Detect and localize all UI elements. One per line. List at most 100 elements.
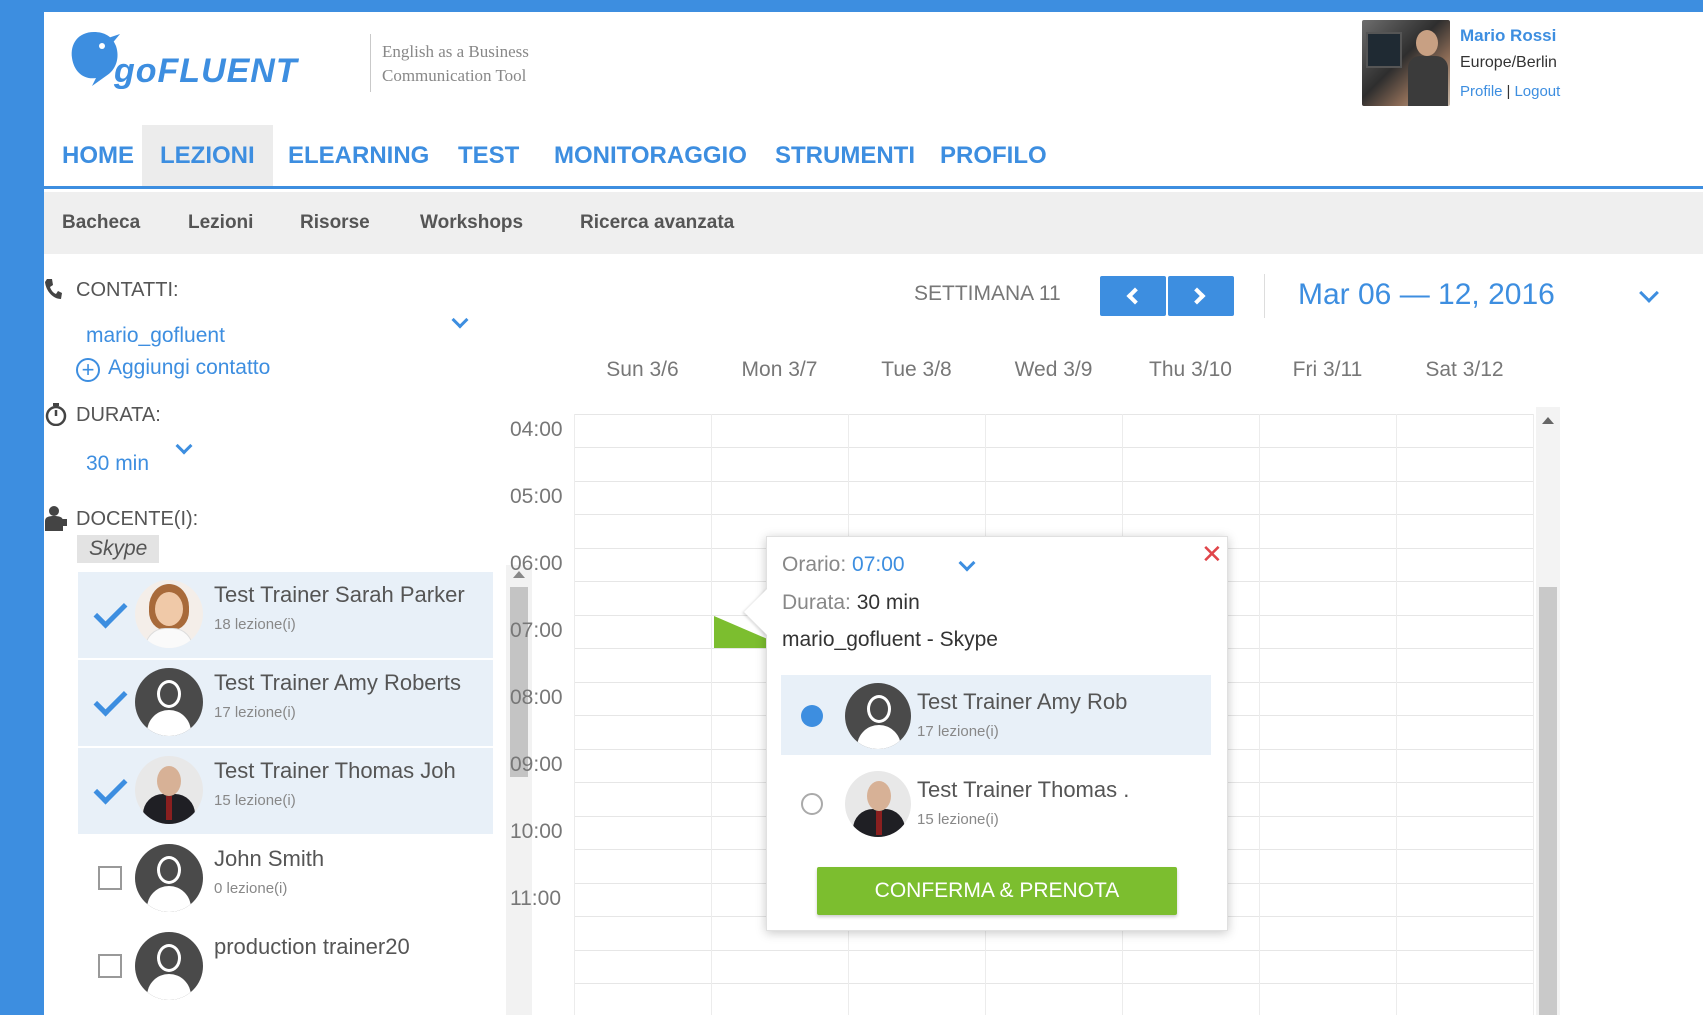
time-label: 08:00: [510, 686, 563, 709]
add-contact-label: Aggiungi contatto: [108, 356, 271, 379]
main-nav: HOME LEZIONI ELEARNING TEST MONITORAGGIO…: [44, 125, 1703, 189]
booking-popover: ✕ Orario: 07:00 Durata: 30 min mario_gof…: [766, 536, 1228, 931]
gofluent-logo[interactable]: goFLUENT: [66, 22, 386, 97]
time-label: 10:00: [510, 820, 563, 843]
trainer-name: Test Trainer Thomas Joh: [214, 758, 456, 783]
user-box: Mario Rossi Europe/Berlin Profile | Logout: [1362, 18, 1682, 108]
checkmark-icon[interactable]: [92, 774, 126, 804]
nav-profilo[interactable]: PROFILO: [922, 125, 1065, 186]
time-label: 09:00: [510, 753, 563, 776]
week-label: SETTIMANA 11: [914, 282, 1061, 305]
time-chevron-down-icon[interactable]: [958, 554, 976, 572]
user-links: Profile | Logout: [1460, 83, 1560, 100]
day-header: Sun 3/6: [606, 358, 679, 381]
scrollbar-thumb[interactable]: [510, 587, 528, 777]
trainer-name: Test Trainer Amy Rob: [917, 689, 1128, 714]
user-name[interactable]: Mario Rossi: [1460, 26, 1556, 46]
nav-test[interactable]: TEST: [440, 125, 537, 186]
logout-link[interactable]: Logout: [1514, 83, 1560, 100]
checkmark-icon[interactable]: [92, 686, 126, 716]
duration-select[interactable]: 30 min: [86, 452, 149, 476]
calendar-scrollbar[interactable]: [1536, 407, 1560, 1015]
scroll-up-arrow-icon[interactable]: [1542, 417, 1554, 424]
duration-label: DURATA:: [76, 404, 161, 426]
time-label: 04:00: [510, 418, 563, 441]
duration-chevron-down-icon[interactable]: [175, 437, 193, 455]
radio-unselected[interactable]: [801, 793, 823, 815]
trainer-item[interactable]: production trainer20: [78, 924, 493, 1010]
date-divider: [1264, 274, 1265, 318]
popover-time-row[interactable]: Orario: 07:00: [782, 553, 905, 577]
day-header: Tue 3/8: [881, 358, 952, 381]
popover-pointer: [744, 588, 768, 636]
time-label: 07:00: [510, 619, 563, 642]
trainer-lessons: 17 lezione(i): [214, 704, 296, 721]
trainer-checkbox[interactable]: [98, 866, 122, 890]
tagline: English as a Business Communication Tool: [382, 42, 529, 85]
trainer-item[interactable]: John Smith 0 lezione(i): [78, 836, 493, 922]
trainer-name: production trainer20: [214, 934, 410, 959]
radio-selected[interactable]: [801, 705, 823, 727]
sub-nav: Bacheca Lezioni Risorse Workshops Ricerc…: [44, 192, 1703, 254]
close-icon[interactable]: ✕: [1201, 539, 1223, 570]
confirm-booking-button[interactable]: CONFERMA & PRENOTA: [817, 867, 1177, 915]
trainer-lessons: 15 lezione(i): [214, 792, 296, 809]
subnav-bacheca[interactable]: Bacheca: [62, 192, 140, 254]
phone-icon: [45, 279, 62, 299]
trainer-avatar: [135, 668, 203, 736]
trainer-name: Test Trainer Thomas .: [917, 777, 1130, 802]
nav-lezioni[interactable]: LEZIONI: [142, 125, 273, 186]
teacher-icon: [45, 506, 67, 531]
trainer-avatar: [135, 844, 203, 912]
add-contact-link[interactable]: + Aggiungi contatto: [76, 356, 270, 382]
app-window: goFLUENT English as a Business Communica…: [44, 12, 1703, 1015]
popover-duration: Durata: 30 min: [782, 591, 920, 615]
prev-week-button[interactable]: [1100, 276, 1166, 316]
day-header: Fri 3/11: [1292, 358, 1363, 381]
chevron-right-icon: [1188, 287, 1206, 305]
profile-link[interactable]: Profile: [1460, 83, 1503, 100]
trainer-avatar: [135, 932, 203, 1000]
popover-trainer-option[interactable]: Test Trainer Thomas . 15 lezione(i): [781, 763, 1211, 843]
trainer-name: John Smith: [214, 846, 325, 871]
contacts-label: CONTATTI:: [76, 279, 179, 301]
trainer-checkbox[interactable]: [98, 954, 122, 978]
logo-divider: [370, 34, 371, 92]
trainer-avatar: [845, 683, 911, 749]
trainer-item[interactable]: Test Trainer Thomas Joh 15 lezione(i): [78, 748, 493, 834]
popover-trainer-option[interactable]: Test Trainer Amy Rob 17 lezione(i): [781, 675, 1211, 755]
trainer-lessons: 18 lezione(i): [214, 616, 296, 633]
user-timezone: Europe/Berlin: [1460, 54, 1557, 71]
time-select[interactable]: 07:00: [852, 553, 905, 576]
day-header: Mon 3/7: [741, 358, 818, 381]
time-label: 11:00: [510, 887, 561, 910]
scrollbar-thumb[interactable]: [1539, 587, 1557, 1015]
trainer-list: Test Trainer Sarah Parker 18 lezione(i) …: [78, 572, 503, 1015]
nav-elearning[interactable]: ELEARNING: [270, 125, 447, 186]
checkmark-icon[interactable]: [92, 598, 126, 628]
day-header: Thu 3/10: [1149, 358, 1232, 381]
subnav-ricerca-avanzata[interactable]: Ricerca avanzata: [580, 192, 734, 254]
date-range-select[interactable]: Mar 06 — 12, 2016: [1298, 278, 1555, 312]
subnav-workshops[interactable]: Workshops: [420, 192, 523, 254]
next-week-button[interactable]: [1168, 276, 1234, 316]
day-header: Sat 3/12: [1425, 358, 1504, 381]
subnav-lezioni[interactable]: Lezioni: [188, 192, 253, 254]
nav-monitoraggio[interactable]: MONITORAGGIO: [536, 125, 765, 186]
trainer-item[interactable]: Test Trainer Sarah Parker 18 lezione(i): [78, 572, 493, 658]
time-label: 05:00: [510, 485, 563, 508]
trainer-name: Test Trainer Sarah Parker: [214, 582, 465, 607]
day-header: Wed 3/9: [1014, 358, 1093, 381]
contact-chevron-down-icon[interactable]: [451, 311, 469, 329]
subnav-risorse[interactable]: Risorse: [300, 192, 370, 254]
user-avatar: [1362, 20, 1450, 106]
trainer-avatar: [135, 580, 203, 648]
nav-home[interactable]: HOME: [44, 125, 152, 186]
time-label-text: Orario:: [782, 553, 847, 576]
date-range-chevron-down-icon[interactable]: [1639, 283, 1659, 303]
trainer-lessons: 17 lezione(i): [917, 723, 999, 740]
contact-select[interactable]: mario_gofluent: [86, 324, 225, 348]
nav-strumenti[interactable]: STRUMENTI: [757, 125, 933, 186]
trainer-item[interactable]: Test Trainer Amy Roberts 17 lezione(i): [78, 660, 493, 746]
duration-label-text: Durata:: [782, 591, 851, 614]
